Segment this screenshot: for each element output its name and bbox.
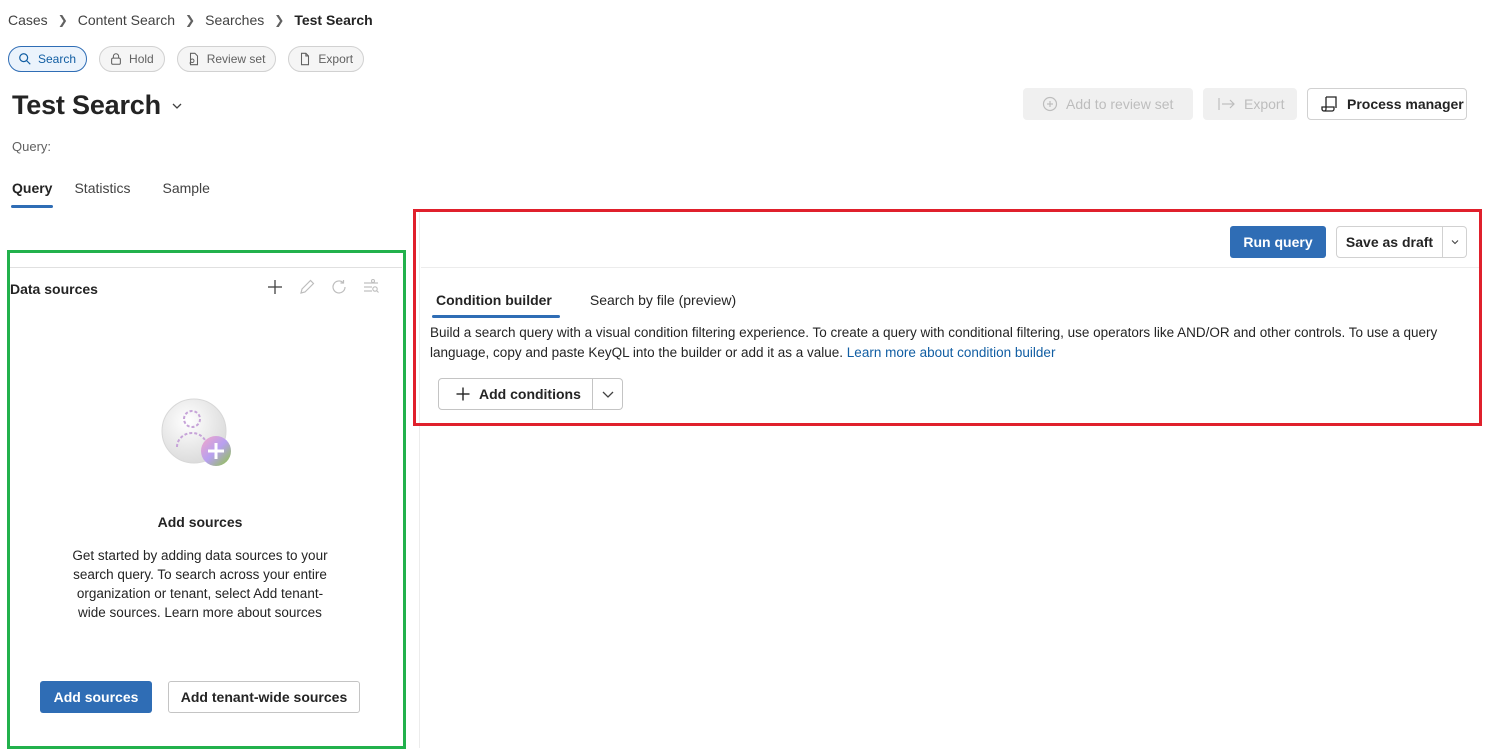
lock-icon (111, 53, 121, 65)
export-pill-button[interactable]: Export (288, 46, 365, 72)
condition-builder-tabs: Condition builder Search by file (previe… (432, 292, 774, 318)
scroll-icon (1321, 96, 1337, 112)
search-icon (19, 53, 31, 65)
export-button[interactable]: Export (1203, 88, 1297, 120)
tab-sample[interactable]: Sample (162, 180, 209, 208)
breadcrumb-current: Test Search (294, 12, 373, 28)
data-sources-toolbar (266, 278, 380, 296)
save-draft-dropdown-button[interactable] (1443, 226, 1467, 258)
breadcrumb-cases[interactable]: Cases (8, 12, 48, 28)
add-to-review-set-button[interactable]: Add to review set (1023, 88, 1193, 120)
add-sources-button[interactable]: Add sources (40, 681, 152, 713)
query-label: Query: (12, 139, 52, 154)
add-people-illustration (161, 398, 231, 466)
filter-list-icon[interactable] (362, 278, 380, 296)
chevron-down-icon (602, 391, 613, 398)
page-title[interactable]: Test Search (12, 90, 183, 121)
hold-pill-button[interactable]: Hold (99, 46, 165, 72)
condition-builder-description: Build a search query with a visual condi… (430, 323, 1460, 363)
divider (421, 267, 1479, 268)
tab-statistics[interactable]: Statistics (74, 180, 130, 208)
tab-condition-builder[interactable]: Condition builder (432, 292, 560, 318)
process-manager-button[interactable]: Process manager (1307, 88, 1467, 120)
add-icon (456, 387, 470, 401)
add-conditions-dropdown-button[interactable] (593, 378, 623, 410)
tab-search-by-file[interactable]: Search by file (preview) (590, 292, 736, 318)
search-pill-button[interactable]: Search (8, 46, 88, 72)
edit-icon[interactable] (298, 278, 316, 296)
add-circle-icon (1042, 96, 1058, 112)
review-set-pill-label: Review set (206, 52, 266, 66)
empty-state-description: Get started by adding data sources to yo… (72, 548, 328, 620)
export-arrow-icon (1218, 98, 1235, 110)
breadcrumb-content-search[interactable]: Content Search (78, 12, 175, 28)
add-conditions-label: Add conditions (479, 386, 581, 402)
chevron-down-icon (172, 103, 182, 109)
page-title-text: Test Search (12, 90, 161, 120)
query-tabs: Query Statistics Sample (10, 180, 232, 208)
export-label: Export (1244, 96, 1285, 112)
tab-query[interactable]: Query (10, 180, 54, 208)
breadcrumb-searches[interactable]: Searches (205, 12, 264, 28)
document-icon (301, 52, 310, 66)
review-set-pill-button[interactable]: Review set (176, 46, 277, 72)
chevron-down-icon (1451, 240, 1458, 245)
data-sources-panel-highlight (7, 250, 406, 749)
hold-pill-label: Hold (129, 52, 154, 66)
data-sources-title: Data sources (10, 281, 98, 297)
run-query-button[interactable]: Run query (1230, 226, 1326, 258)
save-as-draft-split-button: Save as draft (1336, 226, 1467, 258)
search-pill-label: Search (38, 52, 77, 66)
learn-more-link[interactable]: Learn more about condition builder (847, 345, 1056, 360)
breadcrumb: Cases ❯ Content Search ❯ Searches ❯ Test… (8, 12, 373, 28)
add-conditions-button[interactable]: Add conditions (438, 378, 593, 410)
view-switcher: Search Hold Review set Export (8, 46, 365, 72)
chevron-right-icon: ❯ (185, 13, 196, 27)
process-manager-label: Process manager (1347, 96, 1464, 112)
divider (10, 267, 402, 268)
refresh-icon[interactable] (330, 278, 348, 296)
chevron-right-icon: ❯ (57, 13, 68, 27)
export-pill-label: Export (318, 52, 354, 66)
empty-state-title: Add sources (157, 514, 243, 530)
add-to-review-set-label: Add to review set (1066, 96, 1174, 112)
chevron-right-icon: ❯ (274, 13, 285, 27)
document-search-icon (189, 52, 198, 66)
add-conditions-split-button: Add conditions (438, 378, 623, 410)
add-tenant-wide-sources-button[interactable]: Add tenant-wide sources (168, 681, 360, 713)
save-as-draft-button[interactable]: Save as draft (1336, 226, 1443, 258)
add-icon[interactable] (266, 278, 284, 296)
